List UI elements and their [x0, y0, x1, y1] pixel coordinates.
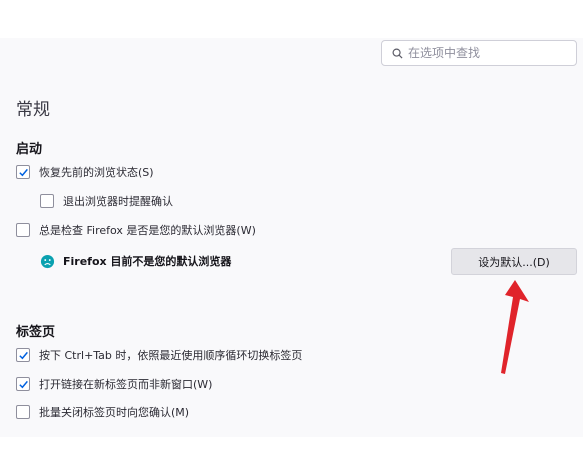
bottom-band [0, 437, 583, 475]
check-default-checkbox[interactable] [16, 223, 30, 237]
ctrl-tab-label: 按下 Ctrl+Tab 时，依照最近使用顺序循环切换标签页 [39, 349, 303, 362]
open-links-label: 打开链接在新标签页而非新窗口(W) [39, 378, 213, 391]
checkmark-icon [18, 351, 28, 359]
open-links-checkbox[interactable] [16, 377, 30, 391]
page-title: 常规 [16, 100, 50, 120]
sad-face-icon [40, 254, 55, 268]
restore-session-checkbox[interactable] [16, 165, 30, 179]
confirm-close-option[interactable]: 批量关闭标签页时向您确认(M) [16, 404, 189, 420]
ctrl-tab-checkbox[interactable] [16, 348, 30, 362]
confirm-close-checkbox[interactable] [16, 405, 30, 419]
red-arrow-icon [501, 280, 529, 374]
search-icon [392, 48, 403, 59]
warn-on-quit-label: 退出浏览器时提醒确认 [63, 195, 173, 208]
search-box[interactable] [381, 40, 577, 66]
ctrl-tab-option[interactable]: 按下 Ctrl+Tab 时，依照最近使用顺序循环切换标签页 [16, 347, 302, 363]
top-band [0, 0, 583, 38]
default-browser-status: Firefox 目前不是您的默认浏览器 [40, 253, 231, 269]
check-default-option[interactable]: 总是检查 Firefox 是否是您的默认浏览器(W) [16, 222, 256, 238]
tabs-heading: 标签页 [16, 325, 56, 340]
set-default-button[interactable]: 设为默认...(D) [451, 248, 577, 275]
restore-session-label: 恢复先前的浏览状态(S) [39, 166, 154, 179]
warn-on-quit-checkbox[interactable] [40, 194, 54, 208]
startup-heading: 启动 [16, 142, 43, 157]
search-input[interactable] [408, 46, 558, 60]
confirm-close-label: 批量关闭标签页时向您确认(M) [39, 406, 190, 419]
open-links-option[interactable]: 打开链接在新标签页而非新窗口(W) [16, 376, 212, 392]
restore-session-option[interactable]: 恢复先前的浏览状态(S) [16, 164, 154, 180]
checkmark-icon [18, 380, 28, 388]
checkmark-icon [18, 168, 28, 176]
default-status-text: Firefox 目前不是您的默认浏览器 [63, 255, 232, 268]
warn-on-quit-option[interactable]: 退出浏览器时提醒确认 [40, 193, 173, 209]
check-default-label: 总是检查 Firefox 是否是您的默认浏览器(W) [39, 224, 256, 237]
